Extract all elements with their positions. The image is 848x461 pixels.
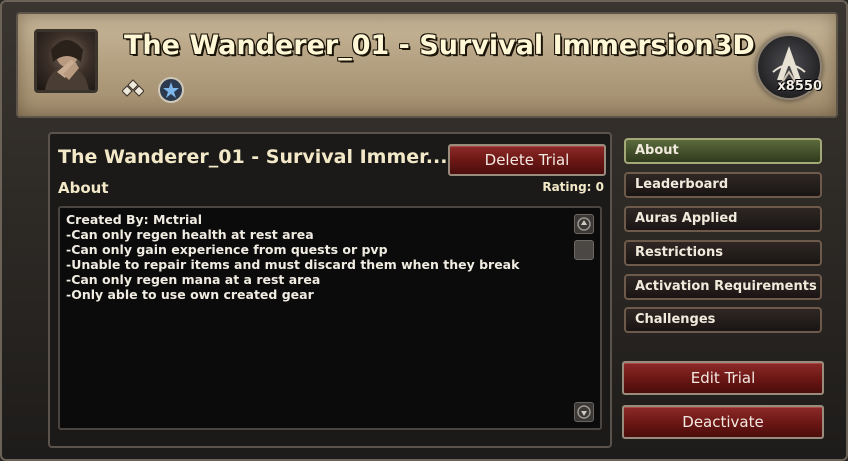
tab-restrictions[interactable]: Restrictions <box>624 240 822 266</box>
description-line: -Can only regen health at rest area <box>66 227 314 242</box>
delete-trial-button[interactable]: Delete Trial <box>448 144 606 176</box>
description-line: -Can only regen mana at a rest area <box>66 272 321 287</box>
tab-leaderboard[interactable]: Leaderboard <box>624 172 822 198</box>
scroll-down-button[interactable] <box>574 402 594 422</box>
tab-auras-applied[interactable]: Auras Applied <box>624 206 822 232</box>
star-badge-icon <box>158 77 184 103</box>
header-banner: The Wanderer_01 - Survival Immersion3D x… <box>16 12 838 118</box>
difficulty-icon <box>122 79 144 97</box>
description-box[interactable]: Created By: Mctrial -Can only regen heal… <box>58 206 602 430</box>
tab-challenges[interactable]: Challenges <box>624 307 822 333</box>
tab-about[interactable]: About <box>624 138 822 164</box>
scrollbar-thumb[interactable] <box>574 240 594 260</box>
edit-trial-button[interactable]: Edit Trial <box>622 361 824 395</box>
trial-title: The Wanderer_01 - Survival Immersion3D <box>124 30 755 61</box>
description-line: -Unable to repair items and must discard… <box>66 257 520 272</box>
scroll-up-button[interactable] <box>574 214 594 234</box>
trial-name: The Wanderer_01 - Survival Immer... <box>58 146 448 168</box>
rating-label: Rating: 0 <box>542 180 604 194</box>
tab-activation-requirements[interactable]: Activation Requirements <box>624 274 822 300</box>
points-counter: x8550 <box>777 79 822 94</box>
scroll-up-icon <box>577 217 591 231</box>
description-line: -Only able to use own created gear <box>66 287 314 302</box>
portrait-avatar <box>34 29 98 93</box>
deactivate-button[interactable]: Deactivate <box>622 405 824 439</box>
scroll-down-icon <box>577 405 591 419</box>
description-line: -Can only gain experience from quests or… <box>66 242 388 257</box>
trial-detail-panel: The Wanderer_01 - Survival Immer... Dele… <box>48 132 612 448</box>
trial-window: The Wanderer_01 - Survival Immersion3D x… <box>0 0 848 461</box>
description-line: Created By: Mctrial <box>66 212 203 227</box>
section-title: About <box>58 179 109 197</box>
